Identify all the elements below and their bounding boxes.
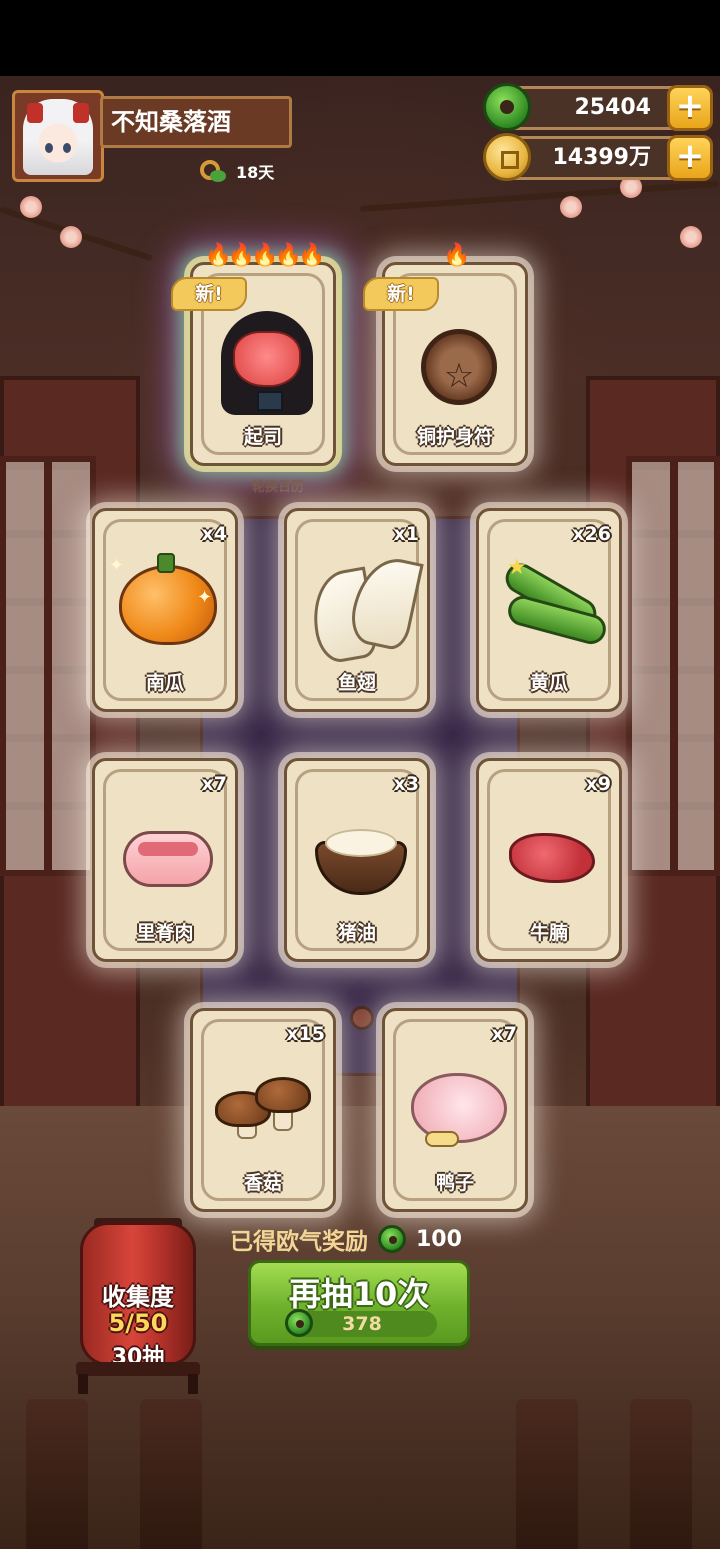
fence-post [26, 1399, 88, 1549]
add-coin-button[interactable]: + [667, 135, 713, 181]
card-count: x7 [491, 1023, 517, 1045]
calendar-label: 轮换日历 [251, 480, 304, 495]
jade-value: 25404 [574, 95, 651, 120]
avatar-eye [63, 143, 71, 153]
card-count: x4 [201, 523, 227, 545]
card-label: 里脊肉 [136, 922, 194, 944]
blossom-flower [680, 226, 702, 248]
card-label: 南瓜 [145, 672, 184, 694]
card-cucumber[interactable]: x26 ★ 黄瓜 [476, 508, 622, 712]
card-duck[interactable]: x7 鸭子 [382, 1008, 528, 1212]
card-shark-fin[interactable]: x1 鱼翅 [284, 508, 430, 712]
coin-value: 14399万 [552, 145, 651, 170]
flame-rarity-icon: 🔥 [443, 243, 470, 268]
player-avatar[interactable] [12, 90, 104, 182]
reward-value: 100 [416, 1226, 462, 1252]
add-jade-button[interactable]: + [667, 85, 713, 131]
beef-brisket-icon [497, 801, 607, 911]
luck-reward: 已得欧气奖励 100 [230, 1222, 490, 1256]
nun-character-icon [211, 305, 321, 415]
card-shiitake[interactable]: x15 香菇 [190, 1008, 336, 1212]
card-cheese-character[interactable]: 🔥🔥🔥🔥🔥 新! 起司 [171, 243, 336, 466]
center-ornament [350, 1006, 374, 1030]
card-count: x26 [572, 523, 611, 545]
card-label: 鸭子 [435, 1172, 474, 1194]
player-name: 不知桑落酒 [100, 96, 292, 148]
draw-again-button[interactable]: 再抽10次 378 [248, 1260, 470, 1346]
tenderloin-icon [113, 801, 223, 911]
card-beef-brisket[interactable]: x9 牛腩 [476, 758, 622, 962]
days-value: 18天 [236, 163, 275, 182]
collection-lantern[interactable]: 收集度 5/50 30抽 [80, 1222, 196, 1370]
card-label: 猪油 [337, 922, 376, 944]
lantern-leg [188, 1374, 198, 1394]
card-label: 牛腩 [529, 922, 568, 944]
fence-post [140, 1399, 202, 1549]
blossom-branch [359, 180, 720, 212]
card-count: x9 [585, 773, 611, 795]
draw-cost: 378 [285, 1309, 437, 1337]
blossom-flower [60, 226, 82, 248]
card-tenderloin[interactable]: x7 里脊肉 [92, 758, 238, 962]
collection-title: 收集度 [102, 1283, 174, 1311]
card-count: x15 [286, 1023, 325, 1045]
card-label: 香菇 [243, 1172, 282, 1194]
avatar-eye [45, 143, 53, 153]
draw-cost-value: 378 [342, 1313, 382, 1335]
card-count: x1 [393, 523, 419, 545]
draw-button-label: 再抽10次 [288, 1275, 430, 1313]
jade-balance: 25404 + [483, 83, 713, 131]
hair-bow [27, 103, 43, 123]
left-lattice-window [0, 456, 96, 876]
pentagram-amulet-icon: ☆ [403, 305, 513, 415]
hair-bow [73, 103, 89, 123]
card-lard[interactable]: x3 猪油 [284, 758, 430, 962]
card-label: 鱼翅 [337, 672, 376, 694]
collection-progress: 5/50 [108, 1309, 168, 1337]
key-icon [198, 158, 228, 184]
lantern-leg [78, 1374, 88, 1394]
card-pumpkin[interactable]: x4 ✦ ✦ 南瓜 [92, 508, 238, 712]
jade-icon [378, 1225, 406, 1253]
lantern-base [76, 1362, 200, 1376]
card-count: x7 [201, 773, 227, 795]
days-counter: 18天 [198, 156, 274, 186]
card-label: 铜护身符 [416, 426, 493, 448]
coin-icon [483, 133, 531, 181]
duck-icon [403, 1051, 513, 1161]
avatar-face [23, 99, 93, 175]
reward-label: 已得欧气奖励 [230, 1229, 368, 1255]
blossom-flower [20, 196, 42, 218]
fence-post [516, 1399, 578, 1549]
blossom-flower [560, 196, 582, 218]
jade-icon [483, 83, 531, 131]
card-label: 黄瓜 [529, 672, 568, 694]
pumpkin-icon: ✦ ✦ [109, 551, 223, 661]
right-lattice-window [626, 456, 720, 876]
shiitake-icon [211, 1051, 321, 1161]
lard-bowl-icon [305, 801, 415, 911]
cucumber-icon: ★ [497, 551, 610, 661]
card-count: x3 [393, 773, 419, 795]
card-label: 起司 [243, 426, 282, 448]
fence-post [630, 1399, 692, 1549]
jade-icon [285, 1309, 313, 1337]
flame-rarity-icons: 🔥🔥🔥🔥🔥 [204, 243, 326, 268]
shark-fin-icon [305, 551, 424, 666]
card-copper-amulet[interactable]: 🔥 新! ☆ 铜护身符 [363, 243, 528, 466]
coin-balance: 14399万 + [483, 133, 713, 181]
